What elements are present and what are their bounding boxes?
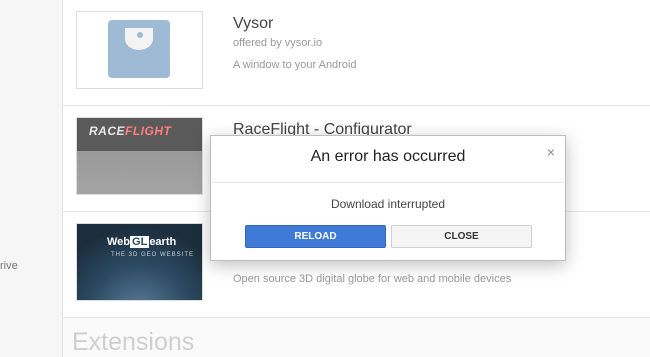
raceflight-logo-icon[interactable]: RACEFLIGHT	[76, 117, 203, 195]
section-heading: Extensions	[72, 328, 195, 356]
webglearth-logo-icon[interactable]: Web GL earth THE 3D GEO WEBSITE	[76, 223, 203, 301]
app-description: Open source 3D digital globe for web and…	[233, 273, 512, 285]
sidebar-item-label[interactable]: rive	[0, 260, 18, 272]
vysor-tile	[108, 20, 170, 78]
app-row-vysor[interactable]: Vysor offered by vysor.io A window to yo…	[63, 0, 650, 106]
app-description: A window to your Android	[233, 59, 357, 71]
dialog-header: An error has occurred ×	[211, 136, 565, 183]
vysor-ring-shape	[125, 28, 153, 50]
close-button[interactable]: CLOSE	[391, 225, 532, 248]
dialog-title: An error has occurred	[310, 148, 466, 165]
logo-part-b: FLIGHT	[125, 124, 172, 138]
webglearth-logo-text: Web GL earth	[107, 236, 176, 248]
close-icon[interactable]: ×	[547, 144, 555, 160]
logo-part-c: earth	[149, 236, 177, 248]
logo-tagline: THE 3D GEO WEBSITE	[111, 252, 195, 258]
vysor-logo-icon[interactable]	[76, 11, 203, 89]
logo-part-a: RACE	[89, 124, 126, 138]
app-offered-by: offered by vysor.io	[233, 37, 323, 49]
reload-button[interactable]: RELOAD	[245, 225, 386, 248]
logo-part-b: GL	[130, 236, 150, 248]
sidebar: rive	[0, 0, 63, 357]
raceflight-logo-text: RACEFLIGHT	[89, 124, 171, 138]
vysor-dot-shape	[137, 32, 143, 38]
dialog-message: Download interrupted	[330, 197, 446, 211]
logo-part-a: Web	[107, 236, 131, 248]
error-dialog: An error has occurred × Download interru…	[210, 135, 566, 261]
app-title[interactable]: Vysor	[233, 15, 273, 33]
